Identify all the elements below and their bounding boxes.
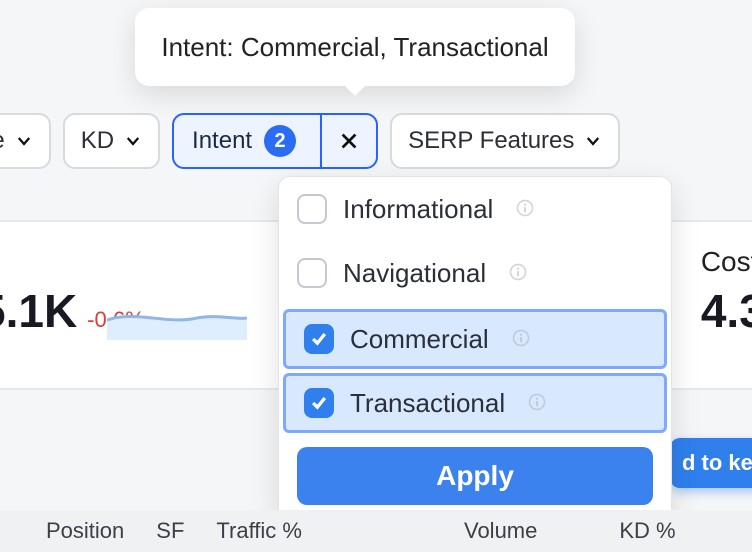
intent-option-transactional[interactable]: Transactional [283,373,667,433]
filter-intent-clear[interactable] [320,115,376,167]
intent-option-informational[interactable]: Informational [279,177,671,241]
filter-kd-label: KD [81,127,114,155]
apply-button-label: Apply [436,460,514,492]
send-to-label: d to ke [682,450,752,476]
filter-intent-count: 2 [264,125,296,157]
checkbox-unchecked[interactable] [297,258,327,288]
filter-kd[interactable]: KD [63,113,160,169]
metric-left-value: 5.1K [0,284,77,338]
checkbox-checked[interactable] [304,324,334,354]
filter-bar: ume KD Intent 2 SERP Features [0,113,620,169]
intent-option-navigational[interactable]: Navigational [279,241,671,305]
intent-tooltip-text: Intent: Commercial, Transactional [161,32,548,63]
filter-volume[interactable]: ume [0,113,51,169]
th-sf[interactable]: SF [140,518,200,544]
info-icon[interactable] [515,194,535,225]
intent-option-label: Commercial [350,324,489,355]
th-position[interactable]: Position [30,518,140,544]
th-traffic-pct[interactable]: Traffic % [200,518,318,544]
chevron-down-icon [15,132,33,150]
intent-dropdown: Informational Navigational Commercial [278,176,672,522]
table-header: Position SF Traffic % Volume KD % [0,510,752,552]
filter-serp-label: SERP Features [408,127,574,155]
send-to-button[interactable]: d to ke [670,438,752,488]
info-icon[interactable] [527,388,547,419]
metric-left-label: c [0,246,145,278]
metric-right-value: 4.3K [701,284,752,338]
intent-tooltip: Intent: Commercial, Transactional [135,8,575,86]
metric-right-label: Cost [701,246,752,278]
th-kd-pct[interactable]: KD % [603,518,691,544]
chevron-down-icon [584,132,602,150]
intent-option-commercial[interactable]: Commercial [283,309,667,369]
info-icon[interactable] [508,258,528,289]
sparkline [107,290,247,340]
filter-intent-label: Intent [192,127,252,155]
close-icon [338,130,360,152]
chevron-down-icon [124,132,142,150]
th-volume[interactable]: Volume [448,518,553,544]
intent-option-label: Transactional [350,388,505,419]
intent-option-label: Navigational [343,258,486,289]
metric-right: Cost 4.3K [701,246,752,338]
apply-button[interactable]: Apply [297,447,653,505]
filter-serp[interactable]: SERP Features [390,113,620,169]
checkbox-unchecked[interactable] [297,194,327,224]
intent-option-label: Informational [343,194,493,225]
filter-volume-label: ume [0,127,5,155]
checkbox-checked[interactable] [304,388,334,418]
info-icon[interactable] [511,324,531,355]
filter-intent[interactable]: Intent 2 [172,113,378,169]
